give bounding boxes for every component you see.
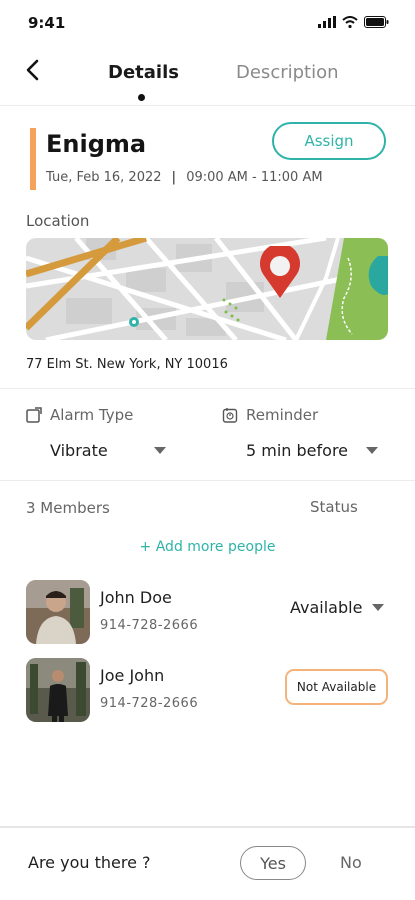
alarm-type-select[interactable]: Vibrate	[50, 441, 166, 460]
avatar	[26, 580, 90, 644]
divider	[0, 480, 415, 481]
attendance-question: Are you there ?	[28, 853, 151, 872]
status-bar: 9:41	[0, 0, 415, 46]
back-chevron-icon	[26, 59, 39, 81]
caret-down-icon	[366, 447, 379, 454]
event-accent-bar	[30, 128, 36, 190]
signal-icon	[318, 16, 336, 28]
wifi-icon	[342, 16, 358, 28]
location-map[interactable]	[26, 238, 388, 340]
add-more-people-link[interactable]: + Add more people	[0, 539, 415, 555]
event-time: 09:00 AM - 11:00 AM	[186, 170, 323, 185]
member-phone: 914-728-2666	[100, 696, 199, 711]
reminder-label: Reminder	[222, 406, 318, 424]
member-name: John Doe	[100, 588, 172, 607]
tab-description[interactable]: Description	[236, 62, 339, 83]
yes-button[interactable]: Yes	[240, 846, 306, 880]
member-status-badge: Not Available	[285, 669, 388, 705]
member-row: John Doe 914-728-2666 Available	[0, 580, 415, 644]
alarm-type-label: Alarm Type	[26, 406, 133, 424]
reminder-icon	[222, 408, 238, 423]
map-graphic	[26, 238, 388, 340]
caret-down-icon	[372, 604, 385, 611]
status-time: 9:41	[28, 14, 66, 32]
location-label: Location	[26, 212, 90, 230]
members-count: 3 Members	[26, 499, 110, 517]
alarm-icon	[26, 407, 42, 423]
back-button[interactable]	[20, 58, 44, 82]
attendance-footer: Are you there ? Yes No	[0, 826, 415, 900]
top-nav: Details Description	[0, 46, 415, 106]
reminder-text: Reminder	[246, 406, 319, 424]
member-phone: 914-728-2666	[100, 618, 199, 633]
battery-icon	[364, 16, 389, 28]
member-status-value: Available	[290, 598, 363, 617]
map-pin-icon	[260, 246, 300, 298]
member-row: Joe John 914-728-2666 Not Available	[0, 658, 415, 722]
avatar	[26, 658, 90, 722]
member-status-select[interactable]: Available	[290, 598, 385, 617]
event-date: Tue, Feb 16, 2022	[46, 170, 162, 185]
active-tab-indicator	[138, 94, 145, 101]
no-button[interactable]: No	[340, 853, 362, 872]
assign-button[interactable]: Assign	[272, 122, 386, 160]
alarm-type-text: Alarm Type	[50, 406, 134, 424]
divider	[0, 388, 415, 389]
location-address: 77 Elm St. New York, NY 10016	[26, 357, 228, 372]
event-datetime: Tue, Feb 16, 2022 | 09:00 AM - 11:00 AM	[46, 170, 323, 185]
event-header: Enigma Tue, Feb 16, 2022 | 09:00 AM - 11…	[0, 122, 415, 194]
reminder-value: 5 min before	[246, 441, 349, 460]
status-icons	[318, 16, 389, 28]
reminder-select[interactable]: 5 min before	[246, 441, 379, 460]
event-title: Enigma	[46, 130, 147, 158]
member-name: Joe John	[100, 666, 165, 685]
caret-down-icon	[153, 447, 166, 454]
status-column-label: Status	[310, 498, 358, 516]
event-separator: |	[171, 170, 177, 185]
alarm-type-value: Vibrate	[50, 441, 108, 460]
tab-details[interactable]: Details	[108, 62, 179, 83]
